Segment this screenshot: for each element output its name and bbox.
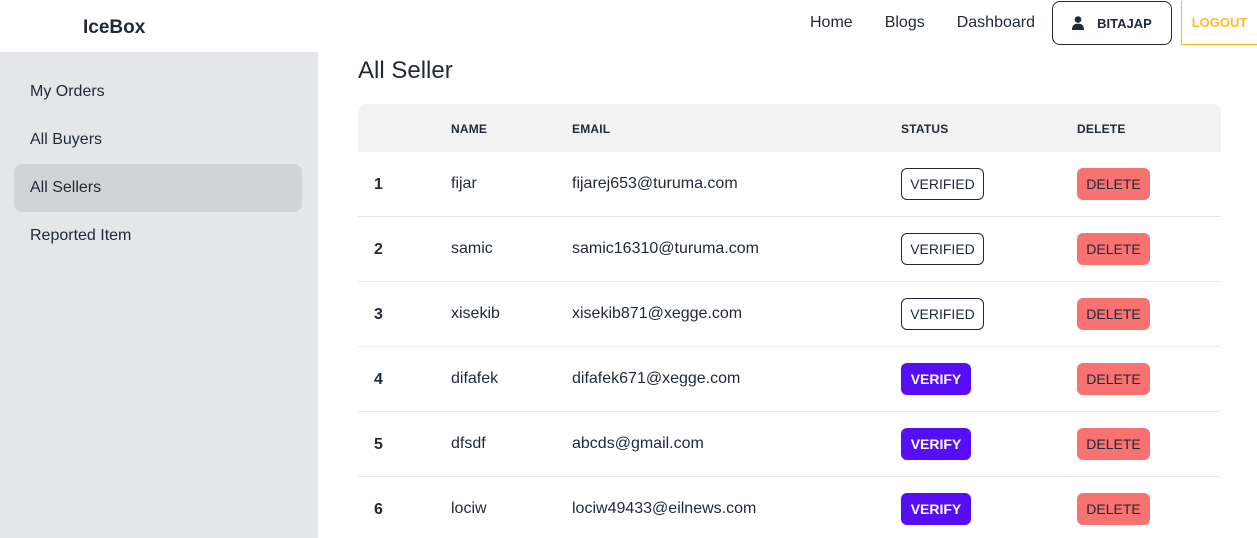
verify-button[interactable]: VERIFY [901, 428, 971, 460]
delete-button[interactable]: DELETE [1077, 233, 1150, 265]
user-icon [1072, 16, 1085, 30]
sellers-table: NAME EMAIL STATUS DELETE 1 fijar fijarej… [358, 104, 1221, 538]
row-number: 6 [374, 501, 383, 518]
table-row: 3 xisekib xisekib871@xegge.com VERIFIED … [358, 282, 1221, 347]
seller-name: difafek [451, 370, 499, 387]
row-number: 3 [374, 306, 383, 323]
user-button[interactable]: BITAJAP [1052, 1, 1172, 45]
seller-email: difafek671@xegge.com [572, 370, 741, 387]
delete-button[interactable]: DELETE [1077, 493, 1150, 525]
row-number: 2 [374, 241, 383, 258]
column-header-email: EMAIL [572, 122, 611, 136]
row-number: 4 [374, 371, 383, 388]
page-title: All Seller [358, 57, 453, 84]
nav-link-home[interactable]: Home [810, 14, 853, 32]
sidebar-item-label: My Orders [30, 83, 105, 100]
sidebar: My Orders All Buyers All Sellers Reporte… [0, 52, 318, 538]
delete-button[interactable]: DELETE [1077, 298, 1150, 330]
delete-button[interactable]: DELETE [1077, 363, 1150, 395]
sidebar-item-label: Reported Item [30, 227, 132, 244]
column-header-status: STATUS [901, 122, 949, 136]
seller-email: lociw49433@eilnews.com [572, 500, 757, 517]
verified-button[interactable]: VERIFIED [901, 298, 984, 330]
seller-email: abcds@gmail.com [572, 435, 704, 452]
seller-name: fijar [451, 175, 477, 192]
verified-button[interactable]: VERIFIED [901, 233, 984, 265]
table-row: 6 lociw lociw49433@eilnews.com VERIFY DE… [358, 477, 1221, 538]
column-header-name: NAME [451, 122, 488, 136]
seller-name: dfsdf [451, 435, 486, 452]
table-row: 1 fijar fijarej653@turuma.com VERIFIED D… [358, 152, 1221, 217]
seller-email: xisekib871@xegge.com [572, 305, 743, 322]
row-number: 1 [374, 176, 383, 193]
sidebar-item-label: All Sellers [30, 179, 102, 196]
seller-email: samic16310@turuma.com [572, 240, 759, 257]
sidebar-item-all-buyers[interactable]: All Buyers [14, 116, 302, 164]
user-name-label: BITAJAP [1097, 15, 1152, 31]
seller-email: fijarej653@turuma.com [572, 175, 738, 192]
table-row: 4 difafek difafek671@xegge.com VERIFY DE… [358, 347, 1221, 412]
sidebar-item-reported-item[interactable]: Reported Item [14, 212, 302, 260]
table-row: 2 samic samic16310@turuma.com VERIFIED D… [358, 217, 1221, 282]
delete-button[interactable]: DELETE [1077, 168, 1150, 200]
nav-links: Home Blogs Dashboard BITAJAP LOGOUT [810, 0, 1257, 46]
seller-name: lociw [451, 500, 487, 517]
delete-button[interactable]: DELETE [1077, 428, 1150, 460]
sidebar-item-all-sellers[interactable]: All Sellers [14, 164, 302, 212]
seller-name: samic [451, 240, 493, 257]
nav-link-blogs[interactable]: Blogs [885, 14, 925, 32]
verify-button[interactable]: VERIFY [901, 363, 971, 395]
nav-link-dashboard[interactable]: Dashboard [957, 14, 1035, 32]
brand-logo[interactable]: IceBox [83, 17, 145, 39]
logout-button[interactable]: LOGOUT [1181, 1, 1257, 45]
seller-name: xisekib [451, 305, 500, 322]
verify-button[interactable]: VERIFY [901, 493, 971, 525]
row-number: 5 [374, 436, 383, 453]
table-header: NAME EMAIL STATUS DELETE [358, 104, 1221, 152]
sidebar-item-my-orders[interactable]: My Orders [14, 68, 302, 116]
column-header-delete: DELETE [1077, 122, 1126, 136]
verified-button[interactable]: VERIFIED [901, 168, 984, 200]
table-row: 5 dfsdf abcds@gmail.com VERIFY DELETE [358, 412, 1221, 477]
navbar: IceBox Home Blogs Dashboard BITAJAP LOGO… [0, 0, 1257, 52]
sidebar-item-label: All Buyers [30, 131, 103, 148]
